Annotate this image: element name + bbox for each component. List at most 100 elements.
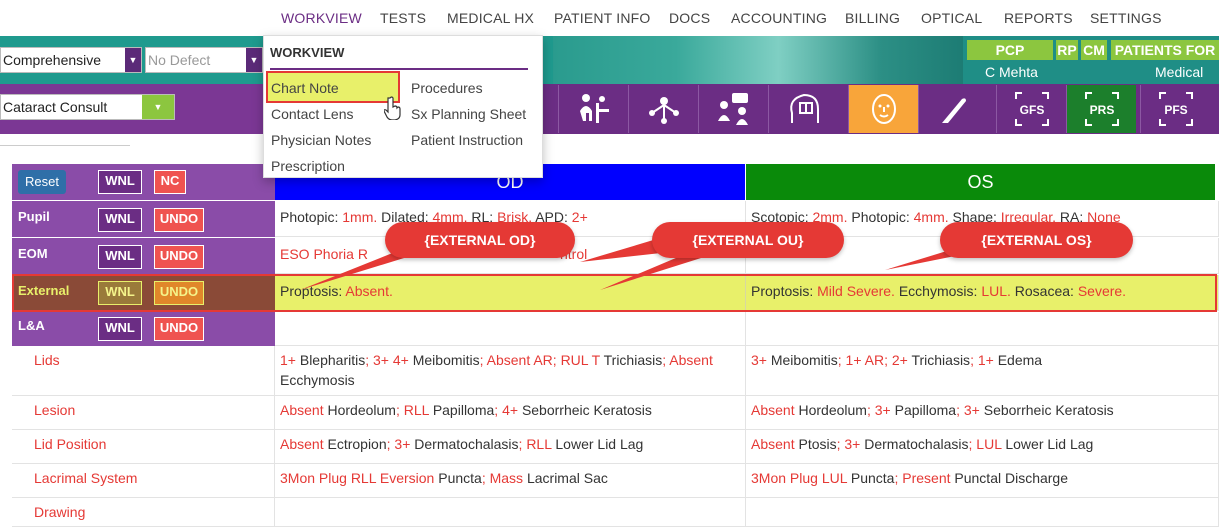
gfs-label: GFS [1019, 103, 1044, 117]
lacrimal-os-cell[interactable]: 3Mon Plug LUL Puncta; Present Punctal Di… [746, 464, 1219, 498]
lids-od-cell[interactable]: 1+ Blepharitis; 3+ 4+ Meibomitis; Absent… [275, 346, 746, 396]
lesion-od-cell[interactable]: Absent Hordeolum; RLL Papilloma; 4+ Sebo… [275, 396, 746, 430]
text-segment: Photopic: [847, 209, 914, 225]
controls-header: Reset WNL NC [12, 164, 275, 200]
eom-wnl-button[interactable]: WNL [98, 245, 142, 269]
la-label: L&A [18, 318, 45, 333]
nav-optical[interactable]: OPTICAL [921, 10, 982, 26]
text-segment: Seborrheic Keratosis [521, 402, 652, 418]
network-icon[interactable] [628, 85, 698, 133]
eom-undo-button[interactable]: UNDO [154, 245, 204, 269]
text-segment: Hordeolum [798, 402, 867, 418]
text-segment: 1mm. [342, 209, 378, 225]
nav-medical-hx[interactable]: MEDICAL HX [447, 10, 534, 26]
text-segment: Punctal Discharge [954, 470, 1069, 486]
hand-cursor-icon [384, 96, 401, 120]
menu-item-physician-notes[interactable]: Physician Notes [271, 132, 371, 148]
drawing-os-cell[interactable] [746, 498, 1219, 527]
text-segment: ; RLL [395, 402, 433, 418]
nav-patient-info[interactable]: PATIENT INFO [554, 10, 651, 26]
la-undo-button[interactable]: UNDO [154, 317, 204, 341]
text-segment: ; 3+ [866, 402, 895, 418]
la-od-cell[interactable] [275, 312, 746, 346]
lids-od-line1: 1+ Blepharitis; 3+ 4+ Meibomitis; Absent… [280, 350, 745, 370]
nav-reports[interactable]: REPORTS [1004, 10, 1073, 26]
head-book-icon[interactable] [768, 85, 838, 133]
nav-billing[interactable]: BILLING [845, 10, 900, 26]
menu-item-procedures[interactable]: Procedures [411, 80, 483, 96]
nc-button[interactable]: NC [154, 170, 186, 194]
chevron-down-icon: ▼ [246, 48, 262, 72]
nav-workview[interactable]: WORKVIEW [281, 10, 362, 26]
lid-position-os-cell[interactable]: Absent Ptosis; 3+ Dermatochalasis; LUL L… [746, 430, 1219, 464]
text-segment: 3Mon Plug LUL [751, 470, 851, 486]
drawing-od-cell[interactable] [275, 498, 746, 527]
text-segment: ; 1+ [970, 352, 998, 368]
lacrimal-row-label[interactable]: Lacrimal System [12, 464, 275, 498]
eom-od-text: ESO Phoria R [280, 246, 368, 262]
callout-external-ou: {EXTERNAL OU} [652, 222, 844, 258]
lacrimal-od-cell[interactable]: 3Mon Plug RLL Eversion Puncta; Mass Lacr… [275, 464, 746, 498]
chevron-down-icon: ▼ [142, 95, 174, 119]
header-banner [553, 36, 963, 84]
patient-header: PCP RP CM PATIENTS FOR C Mehta Medical [963, 36, 1219, 84]
menu-item-patient-instruction[interactable]: Patient Instruction [411, 132, 523, 148]
text-segment: Edema [997, 352, 1043, 368]
text-segment: Ectropion [327, 436, 387, 452]
face-icon[interactable] [848, 85, 918, 133]
text-segment: ; 3+ [836, 436, 865, 452]
pupil-label: Pupil [18, 209, 50, 224]
defect-select[interactable]: No Defect ▼ [145, 47, 263, 73]
pupil-undo-button[interactable]: UNDO [154, 208, 204, 232]
drawing-row-label[interactable]: Drawing [12, 498, 275, 527]
os-header: OS [746, 164, 1215, 200]
scalpel-icon[interactable] [918, 85, 988, 133]
wnl-all-button[interactable]: WNL [98, 170, 142, 194]
nav-docs[interactable]: DOCS [669, 10, 710, 26]
text-segment: Dermatochalasis [864, 436, 969, 452]
lid-position-row-label[interactable]: Lid Position [12, 430, 275, 464]
text-segment: Ptosis [798, 436, 837, 452]
text-segment: ; RLL [518, 436, 556, 452]
lesion-row-label[interactable]: Lesion [12, 396, 275, 430]
prs-icon[interactable]: PRS [1066, 85, 1136, 133]
nav-tests[interactable]: TESTS [380, 10, 426, 26]
menu-item-contact-lens[interactable]: Contact Lens [271, 106, 354, 122]
text-segment: ; Present [894, 470, 955, 486]
lids-row-label[interactable]: Lids [12, 346, 275, 396]
callout-external-os: {EXTERNAL OS} [940, 222, 1133, 258]
nav-accounting[interactable]: ACCOUNTING [731, 10, 827, 26]
text-segment: Absent [280, 402, 328, 418]
text-segment: Lower Lid Lag [1005, 436, 1094, 452]
pfs-icon[interactable]: PFS [1140, 85, 1210, 133]
lids-os-cell[interactable]: 3+ Meibomitis; 1+ AR; 2+ Trichiasis; 1+ … [746, 346, 1219, 396]
lesion-os-cell[interactable]: Absent Hordeolum; 3+ Papilloma; 3+ Sebor… [746, 396, 1219, 430]
text-segment: ; 3+ [386, 436, 415, 452]
text-segment: Absent [280, 436, 328, 452]
patients-tag[interactable]: PATIENTS FOR [1111, 40, 1219, 60]
pcp-tag[interactable]: PCP [967, 40, 1053, 60]
text-segment: Lacrimal Sac [526, 470, 608, 486]
text-segment: ; 4+ [494, 402, 522, 418]
menu-item-sx-planning-sheet[interactable]: Sx Planning Sheet [411, 106, 526, 122]
cm-tag[interactable]: CM [1081, 40, 1107, 60]
menu-item-prescription[interactable]: Prescription [271, 158, 345, 174]
exam-icon[interactable] [558, 85, 628, 133]
exam-type-select[interactable]: Comprehensive ▼ [0, 47, 142, 73]
rp-tag[interactable]: RP [1056, 40, 1078, 60]
external-row-outline [12, 274, 1217, 312]
text-segment: ; LUL [968, 436, 1006, 452]
reset-button[interactable]: Reset [18, 170, 66, 194]
text-segment: Lower Lid Lag [555, 436, 644, 452]
visit-type-select[interactable]: Cataract Consult ▼ [0, 94, 175, 120]
gfs-icon[interactable]: GFS [996, 85, 1066, 133]
consult-icon[interactable] [698, 85, 768, 133]
eom-label: EOM [18, 246, 48, 261]
la-os-cell[interactable] [746, 312, 1219, 346]
pupil-wnl-button[interactable]: WNL [98, 208, 142, 232]
nav-settings[interactable]: SETTINGS [1090, 10, 1162, 26]
menu-item-chart-note[interactable]: Chart Note [271, 80, 339, 96]
lid-position-od-cell[interactable]: Absent Ectropion; 3+ Dermatochalasis; RL… [275, 430, 746, 464]
la-wnl-button[interactable]: WNL [98, 317, 142, 341]
la-row-label: L&A WNL UNDO [12, 312, 275, 346]
